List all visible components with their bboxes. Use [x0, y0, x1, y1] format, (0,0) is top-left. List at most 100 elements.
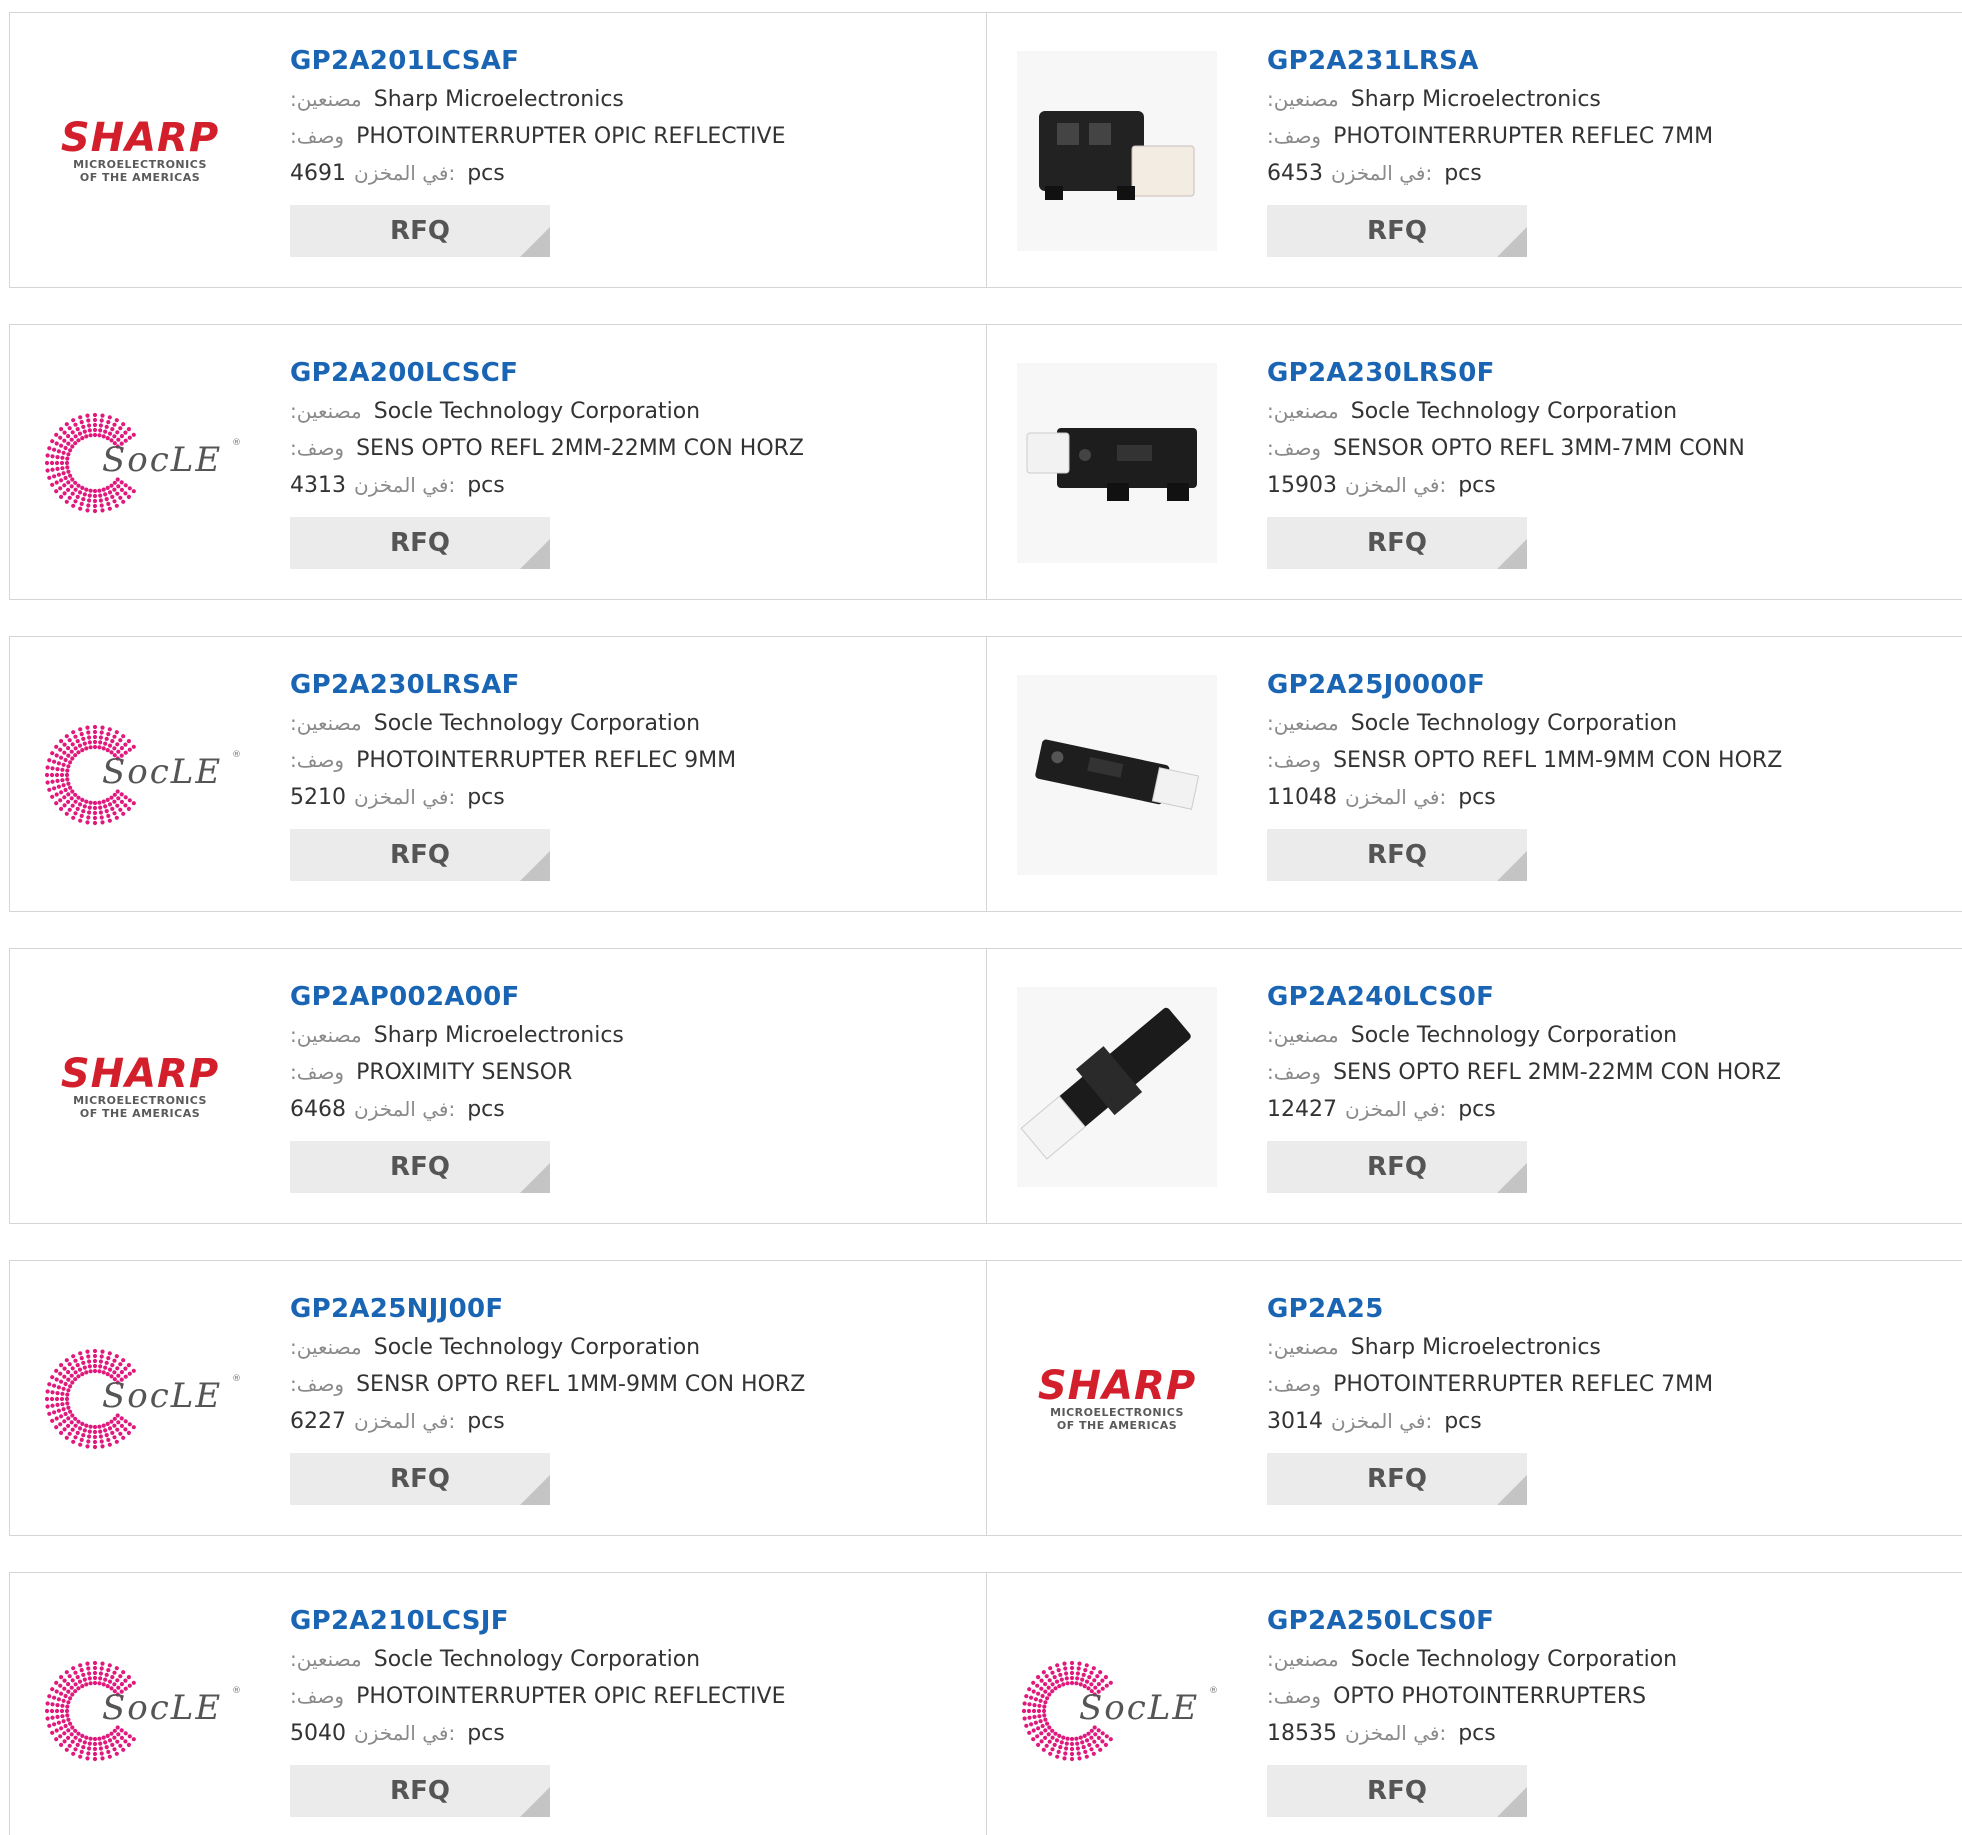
product-card: SHARP MICROELECTRONICS OF THE AMERICAS GP2… [10, 949, 986, 1223]
stock-value: 6227 [290, 1409, 346, 1434]
part-number-link[interactable]: GP2AP002A00F [290, 977, 970, 1017]
product-card: GP2A230LRS0F :مصنعين Socle Technology Cor… [986, 325, 1962, 599]
product-card: SocLE ® GP2A230LRSAF :مصنعين Socle Technol… [10, 637, 986, 911]
manufacturer-value: Sharp Microelectronics [373, 87, 624, 112]
rfq-label: RFQ [1367, 216, 1427, 246]
product-info: GP2A230LRSAF :مصنعين Socle Technology Cor… [290, 665, 970, 881]
rfq-button[interactable]: RFQ [290, 829, 550, 881]
product-image[interactable]: SocLE ® [40, 363, 241, 563]
part-number-link[interactable]: GP2A240LCS0F [1267, 977, 1947, 1017]
product-image[interactable]: SocLE ® [40, 1299, 241, 1499]
description-line: :وصف OPTO PHOTOINTERRUPTERS [1267, 1678, 1947, 1715]
stock-value: 5040 [290, 1721, 346, 1746]
part-number-link[interactable]: GP2A25J0000F [1267, 665, 1947, 705]
product-row: SocLE ® GP2A25NJJ00F :مصنعين Socle Technol… [9, 1260, 1962, 1536]
rfq-corner-decoration [520, 1475, 550, 1505]
rfq-corner-decoration [1497, 851, 1527, 881]
part-number-link[interactable]: GP2A250LCS0F [1267, 1601, 1947, 1641]
rfq-button[interactable]: RFQ [1267, 205, 1527, 257]
rfq-label: RFQ [390, 528, 450, 558]
rfq-button[interactable]: RFQ [290, 205, 550, 257]
rfq-button[interactable]: RFQ [1267, 517, 1527, 569]
component-photo-black-white-connector [1017, 51, 1217, 251]
product-row: SocLE ® GP2A200LCSCF :مصنعين Socle Technol… [9, 324, 1962, 600]
rfq-button[interactable]: RFQ [1267, 1453, 1527, 1505]
stock-label: في المخزن: [1345, 473, 1447, 497]
stock-label: في المخزن: [1345, 1097, 1447, 1121]
pcs-unit: pcs [1458, 785, 1496, 810]
manufacturer-line: :مصنعين Sharp Microelectronics [1267, 1329, 1947, 1366]
stock-value: 6453 [1267, 161, 1323, 186]
description-label: :وصف [290, 1684, 345, 1708]
part-number-link[interactable]: GP2A231LRSA [1267, 41, 1947, 81]
rfq-button[interactable]: RFQ [1267, 829, 1527, 881]
manufacturer-value: Socle Technology Corporation [373, 1335, 701, 1360]
product-image[interactable]: SHARP MICROELECTRONICS OF THE AMERICAS [40, 51, 240, 251]
description-line: :وصف PHOTOINTERRUPTER OPIC REFLECTIVE [290, 118, 970, 155]
product-card: SHARP MICROELECTRONICS OF THE AMERICAS GP2… [986, 1261, 1962, 1535]
product-image[interactable]: SocLE ® [40, 675, 241, 875]
rfq-label: RFQ [1367, 840, 1427, 870]
product-info: GP2A25NJJ00F :مصنعين Socle Technology Cor… [290, 1289, 970, 1505]
manufacturer-label: :مصنعين [290, 711, 362, 735]
manufacturer-value: Socle Technology Corporation [373, 399, 701, 424]
stock-value: 3014 [1267, 1409, 1323, 1434]
component-photo-angled-sensor [1017, 675, 1217, 875]
stock-value: 4691 [290, 161, 346, 186]
stock-line: 11048 في المخزن: pcs [1267, 779, 1947, 816]
product-image[interactable] [1017, 987, 1217, 1187]
rfq-button[interactable]: RFQ [290, 1453, 550, 1505]
description-line: :وصف SENSR OPTO REFL 1MM-9MM CON HORZ [290, 1366, 970, 1403]
rfq-button[interactable]: RFQ [290, 517, 550, 569]
manufacturer-label: :مصنعين [1267, 1335, 1339, 1359]
part-number-link[interactable]: GP2A200LCSCF [290, 353, 970, 393]
product-row: SocLE ® GP2A210LCSJF :مصنعين Socle Technol… [9, 1572, 1962, 1835]
rfq-corner-decoration [520, 227, 550, 257]
rfq-label: RFQ [1367, 1464, 1427, 1494]
manufacturer-line: :مصنعين Socle Technology Corporation [290, 1641, 970, 1678]
description-label: :وصف [1267, 1060, 1322, 1084]
product-image[interactable]: SHARP MICROELECTRONICS OF THE AMERICAS [40, 987, 240, 1187]
stock-line: 15903 في المخزن: pcs [1267, 467, 1947, 504]
pcs-unit: pcs [1444, 161, 1482, 186]
part-number-link[interactable]: GP2A230LRSAF [290, 665, 970, 705]
product-image[interactable]: SocLE ® [1017, 1611, 1218, 1811]
description-label: :وصف [1267, 436, 1322, 460]
product-image[interactable] [1017, 675, 1217, 875]
rfq-button[interactable]: RFQ [290, 1141, 550, 1193]
rfq-button[interactable]: RFQ [290, 1765, 550, 1817]
manufacturer-line: :مصنعين Sharp Microelectronics [290, 81, 970, 118]
description-value: SENS OPTO REFL 2MM-22MM CON HORZ [356, 436, 804, 461]
rfq-label: RFQ [1367, 528, 1427, 558]
stock-line: 6468 في المخزن: pcs [290, 1091, 970, 1128]
product-image[interactable] [1017, 363, 1217, 563]
manufacturer-value: Socle Technology Corporation [373, 711, 701, 736]
part-number-link[interactable]: GP2A201LCSAF [290, 41, 970, 81]
part-number-link[interactable]: GP2A25 [1267, 1289, 1947, 1329]
part-number-link[interactable]: GP2A230LRS0F [1267, 353, 1947, 393]
part-number-link[interactable]: GP2A25NJJ00F [290, 1289, 970, 1329]
rfq-button[interactable]: RFQ [1267, 1141, 1527, 1193]
product-info: GP2A200LCSCF :مصنعين Socle Technology Cor… [290, 353, 970, 569]
stock-value: 18535 [1267, 1721, 1337, 1746]
part-number-link[interactable]: GP2A210LCSJF [290, 1601, 970, 1641]
rfq-button[interactable]: RFQ [1267, 1765, 1527, 1817]
product-image[interactable]: SHARP MICROELECTRONICS OF THE AMERICAS [1017, 1299, 1217, 1499]
manufacturer-line: :مصنعين Socle Technology Corporation [1267, 393, 1947, 430]
stock-line: 4313 في المخزن: pcs [290, 467, 970, 504]
product-row: SocLE ® GP2A230LRSAF :مصنعين Socle Technol… [9, 636, 1962, 912]
description-label: :وصف [1267, 1684, 1322, 1708]
description-line: :وصف PHOTOINTERRUPTER REFLEC 9MM [290, 742, 970, 779]
product-image[interactable] [1017, 51, 1217, 251]
product-image[interactable]: SocLE ® [40, 1611, 241, 1811]
product-info: GP2A231LRSA :مصنعين Sharp Microelectronic… [1267, 41, 1947, 257]
stock-line: 6227 في المخزن: pcs [290, 1403, 970, 1440]
pcs-unit: pcs [467, 1409, 505, 1434]
description-line: :وصف PHOTOINTERRUPTER REFLEC 7MM [1267, 118, 1947, 155]
description-line: :وصف SENSOR OPTO REFL 3MM-7MM CONN [1267, 430, 1947, 467]
manufacturer-line: :مصنعين Sharp Microelectronics [1267, 81, 1947, 118]
stock-line: 6453 في المخزن: pcs [1267, 155, 1947, 192]
description-value: PHOTOINTERRUPTER OPIC REFLECTIVE [356, 1684, 786, 1709]
product-card: GP2A240LCS0F :مصنعين Socle Technology Cor… [986, 949, 1962, 1223]
rfq-corner-decoration [1497, 227, 1527, 257]
